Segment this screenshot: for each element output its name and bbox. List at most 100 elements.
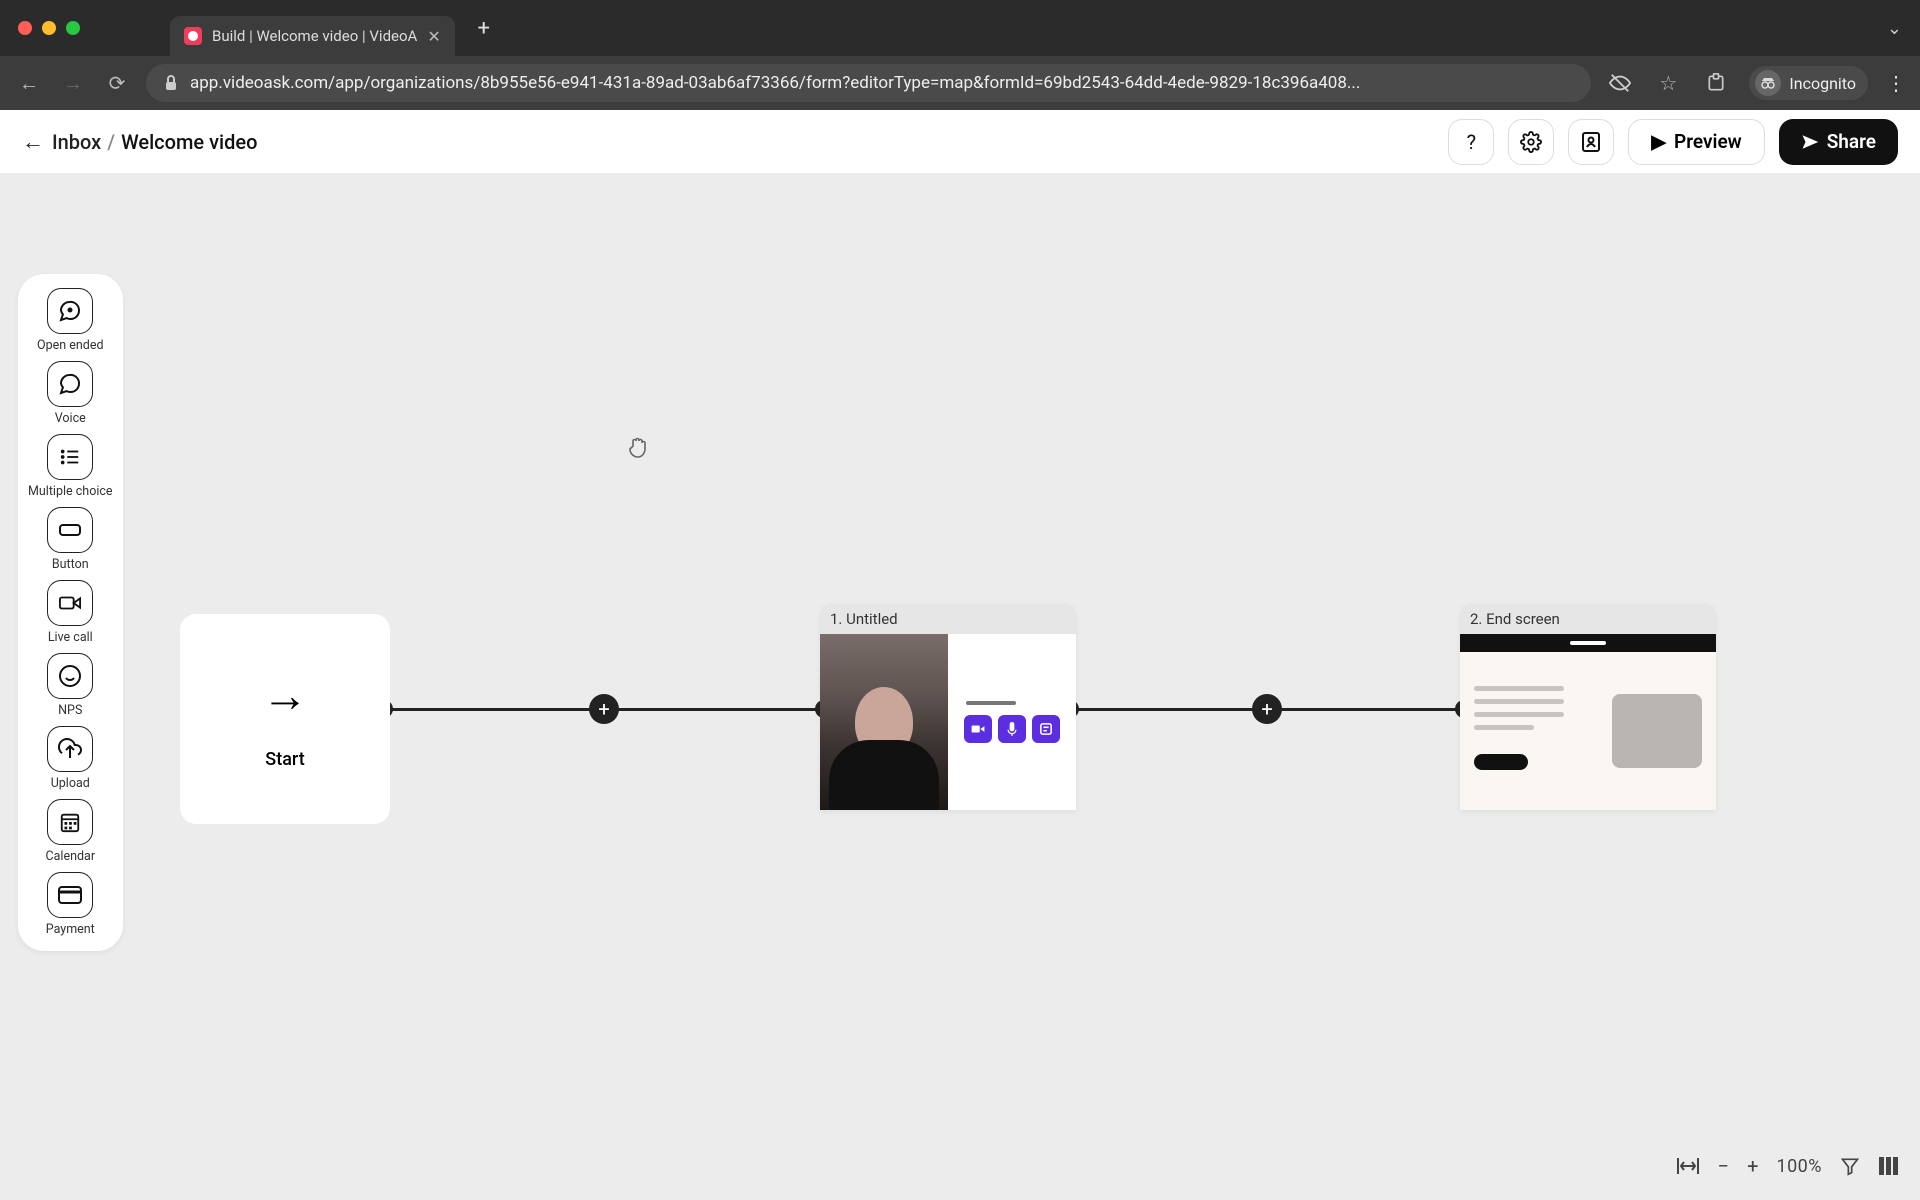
tool-label: NPS <box>58 703 82 718</box>
browser-toolbar: ← → ⟳ app.videoask.com/app/organizations… <box>0 56 1920 110</box>
preview-label: Preview <box>1674 130 1742 153</box>
tool-open-ended[interactable]: Open ended <box>37 288 104 353</box>
reload-button[interactable]: ⟳ <box>102 68 132 98</box>
node-title: 1. Untitled <box>820 604 1076 634</box>
zoom-controls: − + 100% <box>1676 1154 1898 1178</box>
button-icon <box>47 507 93 553</box>
address-bar[interactable]: app.videoask.com/app/organizations/8b955… <box>146 64 1591 102</box>
tool-live-call[interactable]: Live call <box>47 580 93 645</box>
browser-menu-icon[interactable]: ⋮ <box>1886 71 1906 95</box>
breadcrumb-separator: / <box>107 130 115 154</box>
template-button[interactable] <box>1568 119 1614 165</box>
grab-cursor-icon <box>628 434 650 460</box>
forward-button[interactable]: → <box>58 68 88 98</box>
skeleton-button <box>1474 754 1528 770</box>
tool-payment[interactable]: Payment <box>46 872 95 937</box>
video-thumbnail <box>820 634 948 810</box>
tool-voice[interactable]: Voice <box>47 361 93 426</box>
minimize-window-dot[interactable] <box>42 21 56 35</box>
star-icon[interactable]: ☆ <box>1653 68 1683 98</box>
eye-off-icon[interactable] <box>1605 68 1635 98</box>
toolbar-icons: ☆ Incognito ⋮ <box>1605 66 1906 100</box>
tool-label: Calendar <box>45 849 95 864</box>
video-answer-chip[interactable] <box>964 715 992 743</box>
arrow-right-icon: → <box>262 668 308 723</box>
breadcrumb-page: Welcome video <box>121 130 257 154</box>
tool-calendar[interactable]: Calendar <box>45 799 95 864</box>
new-tab-button[interactable]: + <box>469 13 499 43</box>
node-start[interactable]: → Start <box>180 614 390 824</box>
add-node-button[interactable]: + <box>1252 694 1282 724</box>
lock-icon <box>164 75 178 91</box>
breadcrumb[interactable]: ← Inbox / Welcome video <box>22 129 257 155</box>
tool-label: Upload <box>51 776 90 791</box>
tool-upload[interactable]: Upload <box>47 726 93 791</box>
back-button[interactable]: ← <box>14 68 44 98</box>
tabs-dropdown-icon[interactable]: ⌄ <box>1887 18 1902 39</box>
text-answer-chip[interactable] <box>1032 715 1060 743</box>
maximize-window-dot[interactable] <box>66 21 80 35</box>
tool-button[interactable]: Button <box>47 507 93 572</box>
tool-multiple-choice[interactable]: Multiple choice <box>28 434 113 499</box>
close-window-dot[interactable] <box>18 21 32 35</box>
node-toolbox: Open ended Voice Multiple choice Button … <box>18 274 123 951</box>
edge-start-step1: + <box>384 708 824 711</box>
tool-label: Payment <box>46 922 95 937</box>
incognito-badge[interactable]: Incognito <box>1749 66 1868 100</box>
node-step-1[interactable]: 1. Untitled <box>820 604 1076 810</box>
favicon-icon <box>184 27 202 45</box>
browser-tab[interactable]: Build | Welcome video | VideoA ✕ <box>170 16 455 56</box>
node-body <box>820 634 1076 810</box>
zoom-out-button[interactable]: − <box>1718 1154 1729 1178</box>
answer-chips <box>964 715 1060 743</box>
url-text: app.videoask.com/app/organizations/8b955… <box>190 73 1360 93</box>
skeleton-line <box>966 701 1016 705</box>
play-icon: ▶ <box>1651 130 1666 153</box>
layout-toggle-button[interactable] <box>1878 1156 1898 1176</box>
help-button[interactable]: ? <box>1448 119 1494 165</box>
skeleton-media <box>1612 694 1702 768</box>
filter-button[interactable] <box>1840 1156 1860 1176</box>
extensions-icon[interactable] <box>1701 68 1731 98</box>
tool-label: Voice <box>55 411 86 426</box>
browser-tab-title: Build | Welcome video | VideoA <box>212 27 417 45</box>
send-icon <box>1801 133 1819 151</box>
zoom-in-button[interactable]: + <box>1747 1154 1758 1178</box>
skeleton-lines <box>1474 686 1564 730</box>
audio-answer-chip[interactable] <box>998 715 1026 743</box>
traffic-lights <box>18 21 80 35</box>
add-node-button[interactable]: + <box>589 694 619 724</box>
node-title: 2. End screen <box>1460 604 1716 634</box>
node-body <box>1460 634 1716 810</box>
upload-icon <box>47 726 93 772</box>
live-call-icon <box>47 580 93 626</box>
start-label: Start <box>265 749 304 770</box>
calendar-icon <box>47 799 93 845</box>
tool-label: Live call <box>48 630 93 645</box>
payment-icon <box>47 872 93 918</box>
open-ended-icon <box>47 288 93 334</box>
back-arrow-icon: ← <box>22 129 44 155</box>
incognito-icon <box>1755 70 1781 96</box>
nps-icon <box>47 653 93 699</box>
tool-label: Multiple choice <box>28 484 113 499</box>
fit-width-button[interactable] <box>1676 1156 1700 1176</box>
preview-button[interactable]: ▶ Preview <box>1628 119 1764 165</box>
multiple-choice-icon <box>47 434 93 480</box>
answer-type-panel <box>948 634 1076 810</box>
settings-button[interactable] <box>1508 119 1554 165</box>
tool-nps[interactable]: NPS <box>47 653 93 718</box>
zoom-level: 100% <box>1776 1156 1822 1177</box>
node-end-screen[interactable]: 2. End screen <box>1460 604 1716 810</box>
tool-label: Open ended <box>37 338 104 353</box>
voice-icon <box>47 361 93 407</box>
incognito-label: Incognito <box>1789 74 1856 93</box>
header-actions: ? ▶ Preview Share <box>1448 119 1898 165</box>
close-tab-icon[interactable]: ✕ <box>427 27 440 46</box>
flow-canvas[interactable]: Open ended Voice Multiple choice Button … <box>0 174 1920 1200</box>
tool-label: Button <box>52 557 89 572</box>
share-button[interactable]: Share <box>1779 119 1898 165</box>
app-header: ← Inbox / Welcome video ? ▶ Preview Shar… <box>0 110 1920 174</box>
edge-step1-end: + <box>1070 708 1464 711</box>
breadcrumb-parent: Inbox <box>52 130 101 154</box>
